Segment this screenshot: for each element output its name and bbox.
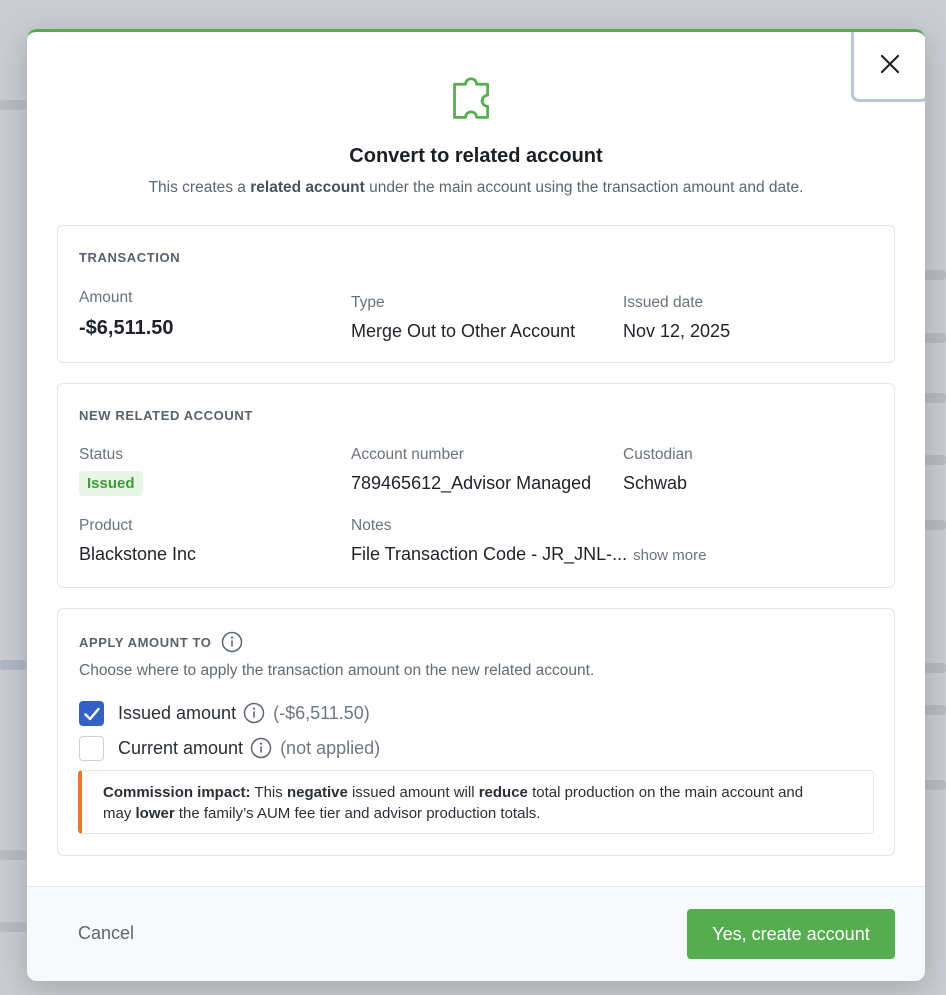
issued-amount-label: Issued amount	[118, 702, 237, 723]
issued-date-label: Issued date	[623, 294, 704, 311]
current-amount-row: Current amount (not applied)	[118, 737, 380, 759]
product-label: Product	[79, 517, 133, 534]
type-value: Merge Out to Other Account	[351, 321, 576, 341]
new-account-section-label: NEW RELATED ACCOUNT	[79, 408, 253, 423]
close-icon	[880, 54, 900, 74]
info-icon[interactable]	[243, 702, 265, 724]
account-number-label: Account number	[351, 446, 464, 463]
amount-label: Amount	[79, 289, 133, 306]
apply-section-label: APPLY AMOUNT TO	[79, 634, 212, 650]
notes-label: Notes	[351, 517, 392, 534]
current-amount-label: Current amount	[118, 737, 244, 758]
info-icon[interactable]	[250, 737, 272, 759]
info-icon[interactable]	[221, 631, 243, 653]
create-account-button[interactable]: Yes, create account	[687, 909, 895, 959]
issued-amount-checkbox[interactable]	[79, 701, 104, 726]
account-number-value: 789465612_Advisor Managed	[351, 473, 592, 493]
impact-lead: Commission impact:	[103, 784, 251, 801]
type-label: Type	[351, 294, 385, 311]
notes-row: File Transaction Code - JR_JNL-... show m…	[351, 544, 706, 565]
custodian-label: Custodian	[623, 446, 693, 463]
product-value: Blackstone Inc	[79, 544, 197, 564]
commission-impact-callout: Commission impact: This negative issued …	[78, 770, 874, 834]
amount-value: -$6,511.50	[79, 317, 174, 339]
custodian-value: Schwab	[623, 473, 688, 493]
convert-dialog: Convert to related account This creates …	[27, 29, 925, 981]
impact-bold: reduce	[478, 784, 528, 801]
new-account-card: NEW RELATED ACCOUNT Status Issued Accoun…	[57, 383, 895, 588]
issued-amount-note: (-$6,511.50)	[273, 702, 370, 723]
current-amount-note: (not applied)	[280, 737, 381, 758]
impact-text: issued amount will	[347, 784, 479, 801]
apply-section-heading: APPLY AMOUNT TO	[79, 631, 243, 653]
status-badge: Issued	[79, 471, 143, 496]
cancel-button[interactable]: Cancel	[78, 923, 134, 944]
issued-amount-row: Issued amount (-$6,511.50)	[118, 702, 370, 724]
impact-text: may	[103, 805, 136, 822]
apply-description: Choose where to apply the transaction am…	[79, 662, 595, 679]
notes-value: File Transaction Code - JR_JNL-...	[351, 544, 628, 564]
apply-amount-card: APPLY AMOUNT TO Choose where to apply th…	[57, 608, 895, 856]
impact-text: the family’s AUM fee tier and advisor pr…	[174, 805, 541, 822]
dialog-footer: Cancel Yes, create account	[27, 886, 925, 981]
dialog-subtitle: This creates a related account under the…	[148, 179, 804, 196]
puzzle-piece-icon	[453, 77, 490, 119]
close-button[interactable]	[851, 32, 925, 102]
impact-bold: negative	[286, 784, 348, 801]
show-more-link[interactable]: show more	[633, 547, 706, 564]
dialog-title: Convert to related account	[349, 145, 603, 167]
impact-bold: lower	[135, 805, 175, 822]
transaction-section-label: TRANSACTION	[79, 250, 181, 265]
checkmark-icon	[83, 707, 100, 720]
status-label: Status	[79, 446, 123, 463]
issued-date-value: Nov 12, 2025	[623, 321, 731, 341]
impact-text: total production on the main account and	[527, 784, 804, 801]
current-amount-checkbox[interactable]	[79, 736, 104, 761]
impact-text: This	[250, 784, 287, 801]
transaction-card: TRANSACTION Amount -$6,511.50 Type Merge…	[57, 225, 895, 363]
